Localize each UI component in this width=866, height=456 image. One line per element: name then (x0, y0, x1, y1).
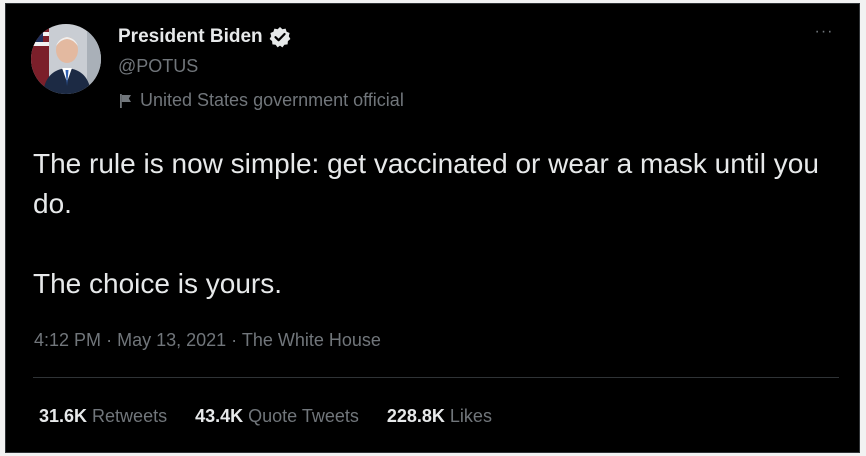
quote-tweets-count: 43.4K (195, 406, 244, 426)
meta-separator: · (106, 330, 113, 350)
retweets-label: Retweets (92, 406, 168, 426)
avatar-image (31, 24, 101, 94)
author-name-row: President Biden (118, 26, 291, 48)
tweet-paragraph: The choice is yours. (33, 268, 282, 299)
author-display-name[interactable]: President Biden (118, 26, 263, 48)
verified-badge-icon (269, 26, 291, 48)
more-options-icon[interactable]: ··· (811, 24, 837, 46)
tweet-body: The rule is now simple: get vaccinated o… (33, 144, 833, 304)
tweet-card: President Biden @POTUS United States gov… (5, 3, 860, 453)
meta-separator: · (231, 330, 238, 350)
avatar[interactable] (31, 24, 101, 94)
retweets-stat[interactable]: 31.6K Retweets (39, 406, 167, 427)
engagement-stats: 31.6K Retweets 43.4K Quote Tweets 228.8K Li… (39, 406, 492, 427)
quote-tweets-label: Quote Tweets (248, 406, 359, 426)
tweet-time[interactable]: 4:12 PM (34, 330, 101, 350)
likes-stat[interactable]: 228.8K Likes (387, 406, 492, 427)
government-affiliation-label: United States government official (118, 90, 404, 111)
tweet-source[interactable]: The White House (242, 330, 381, 350)
tweet-paragraph: The rule is now simple: get vaccinated o… (33, 148, 819, 219)
tweet-metadata: 4:12 PM · May 13, 2021 · The White House (34, 330, 381, 351)
likes-label: Likes (449, 406, 492, 426)
flag-icon (118, 93, 134, 109)
affiliation-text: United States government official (140, 90, 404, 110)
author-handle[interactable]: @POTUS (118, 56, 198, 77)
tweet-date[interactable]: May 13, 2021 (117, 330, 226, 350)
retweets-count: 31.6K (39, 406, 88, 426)
divider (33, 377, 839, 378)
likes-count: 228.8K (386, 406, 445, 426)
quote-tweets-stat[interactable]: 43.4K Quote Tweets (195, 406, 359, 427)
